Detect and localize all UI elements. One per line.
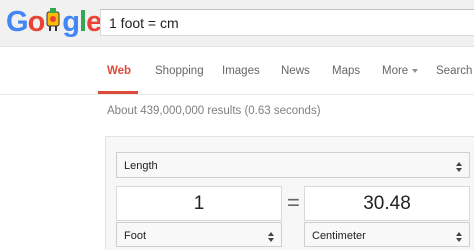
to-value: 30.48 <box>363 193 411 214</box>
equals-sign: = <box>287 190 300 215</box>
google-logo[interactable]: Go gle <box>6 4 102 41</box>
category-select[interactable]: Length <box>116 152 470 178</box>
select-arrows-icon <box>455 160 463 172</box>
to-unit-value: Centimeter <box>312 230 366 242</box>
tab-maps[interactable]: Maps <box>332 65 360 77</box>
from-value-input[interactable]: 1 <box>116 186 282 221</box>
logo-letter-g: G <box>6 6 29 38</box>
active-tab-indicator <box>98 91 138 94</box>
tab-search-tools[interactable]: Search t <box>436 65 474 77</box>
logo-letter-l: l <box>79 6 87 38</box>
logo-letter-e: e <box>86 6 102 38</box>
result-stats: About 439,000,000 results (0.63 seconds) <box>107 105 321 117</box>
tab-news[interactable]: News <box>281 65 310 77</box>
logo-letter-g2: g <box>62 6 80 38</box>
from-value: 1 <box>193 193 205 214</box>
to-value-input[interactable]: 30.48 <box>304 186 470 221</box>
header-bar: Go gle 1 foot = cm <box>0 0 474 47</box>
tab-images[interactable]: Images <box>222 65 260 77</box>
doodle-icon <box>45 5 61 41</box>
logo-letter-o: o <box>27 6 46 38</box>
select-arrows-icon <box>455 230 463 242</box>
search-query-text: 1 foot = cm <box>109 15 179 31</box>
tab-shopping[interactable]: Shopping <box>155 65 204 77</box>
tab-more[interactable]: More <box>382 65 419 77</box>
tab-web[interactable]: Web <box>107 65 131 77</box>
select-arrows-icon <box>267 230 275 242</box>
category-select-value: Length <box>124 160 158 172</box>
search-input[interactable]: 1 foot = cm <box>100 9 474 36</box>
tab-more-label: More <box>382 65 409 77</box>
to-unit-select[interactable]: Centimeter <box>304 222 470 247</box>
from-unit-value: Foot <box>124 230 147 242</box>
search-tabs: Web Shopping Images News Maps More Searc… <box>0 47 474 95</box>
caret-down-icon <box>412 68 419 73</box>
from-unit-select[interactable]: Foot <box>116 222 282 247</box>
